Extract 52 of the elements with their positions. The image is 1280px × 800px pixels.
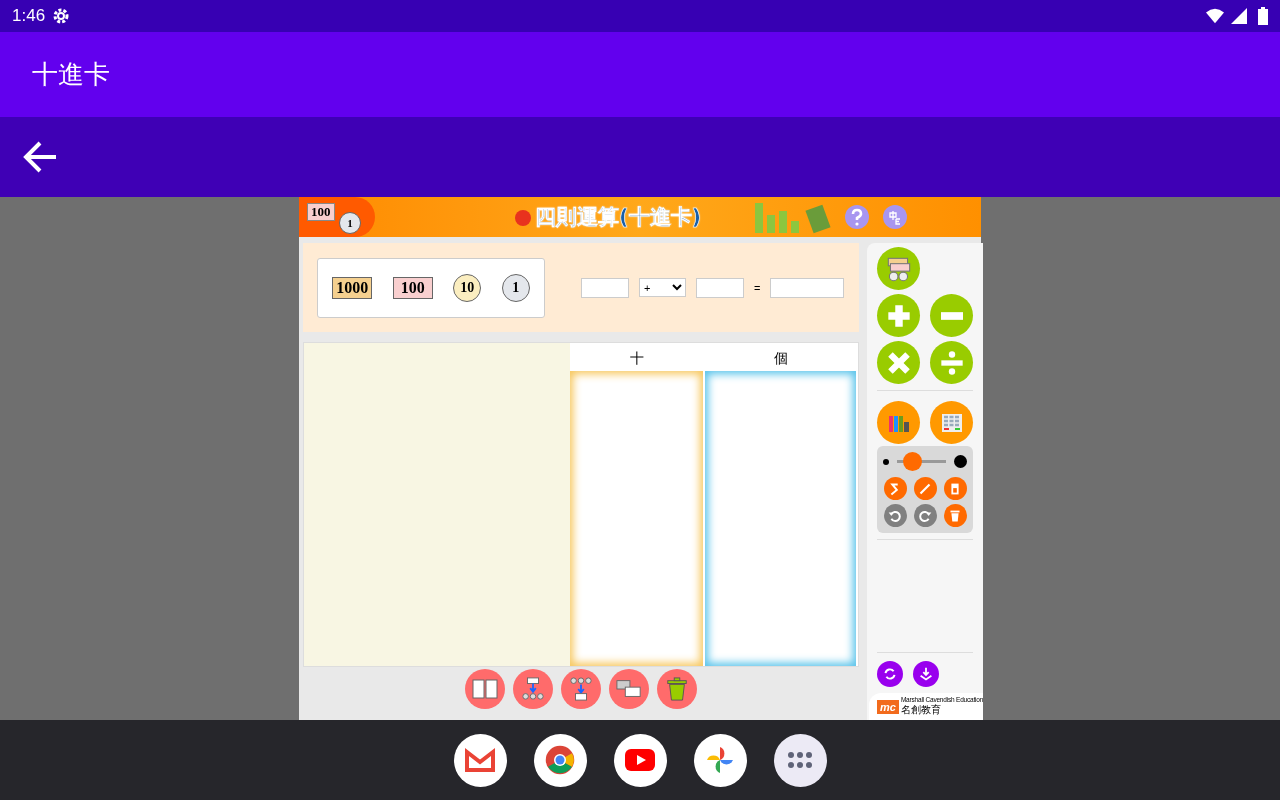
note-label: 100 xyxy=(307,203,335,221)
operand-field[interactable] xyxy=(696,277,744,298)
trash-icon xyxy=(664,677,690,701)
cards-button[interactable] xyxy=(609,669,649,709)
help-icon[interactable] xyxy=(845,205,870,229)
logo-mark: mc xyxy=(877,699,899,714)
subtract-button[interactable] xyxy=(930,294,973,337)
pencils-button[interactable] xyxy=(877,401,920,444)
value-coin[interactable]: 1 xyxy=(501,273,530,302)
eraser-button[interactable] xyxy=(943,477,967,500)
trash-button[interactable] xyxy=(657,669,697,709)
value-card[interactable]: 1000 xyxy=(332,276,373,299)
redo-button[interactable] xyxy=(913,504,937,527)
operand-field[interactable] xyxy=(581,277,629,298)
small-dot-icon xyxy=(883,458,889,465)
download-button[interactable] xyxy=(913,661,939,687)
value-coin[interactable]: 10 xyxy=(453,273,482,302)
wifi-icon xyxy=(1206,8,1224,24)
merge-button[interactable] xyxy=(561,669,601,709)
operator-dropdown[interactable]: + xyxy=(639,278,686,297)
value-card[interactable]: 100 xyxy=(392,276,433,299)
book-button[interactable] xyxy=(465,669,505,709)
line-button[interactable] xyxy=(913,477,937,500)
minus-icon xyxy=(940,311,963,320)
column-heading: 十 xyxy=(629,349,644,368)
book-icon xyxy=(472,677,498,701)
merge-icon xyxy=(568,677,594,701)
divide-button[interactable] xyxy=(930,341,973,384)
download-icon xyxy=(917,665,935,683)
undo-button[interactable] xyxy=(883,504,907,527)
refresh-button[interactable] xyxy=(877,661,903,687)
clock-time: 1:46 xyxy=(12,6,46,26)
split-button[interactable] xyxy=(513,669,553,709)
banner-title: 四則運算(十進卡) xyxy=(535,204,702,231)
money-button[interactable] xyxy=(877,247,920,290)
signal-icon xyxy=(1230,8,1248,24)
freehand-button[interactable] xyxy=(883,477,907,500)
split-icon xyxy=(520,677,546,701)
add-button[interactable] xyxy=(877,294,920,337)
result-field[interactable] xyxy=(770,277,845,298)
publisher-name-chinese: 名創教育 xyxy=(900,703,942,717)
slider-thumb[interactable] xyxy=(902,452,922,471)
battery-icon xyxy=(1258,7,1268,25)
coin-label: 1 xyxy=(339,212,361,234)
language-icon[interactable] xyxy=(883,205,908,229)
app-title: 十進卡 xyxy=(32,58,110,91)
large-dot-icon xyxy=(954,455,967,468)
equals-sign: = xyxy=(754,281,761,294)
calculator-button[interactable] xyxy=(930,401,973,444)
trash-button[interactable] xyxy=(943,504,967,527)
column-heading: 個 xyxy=(773,349,788,368)
multiply-button[interactable] xyxy=(877,341,920,384)
